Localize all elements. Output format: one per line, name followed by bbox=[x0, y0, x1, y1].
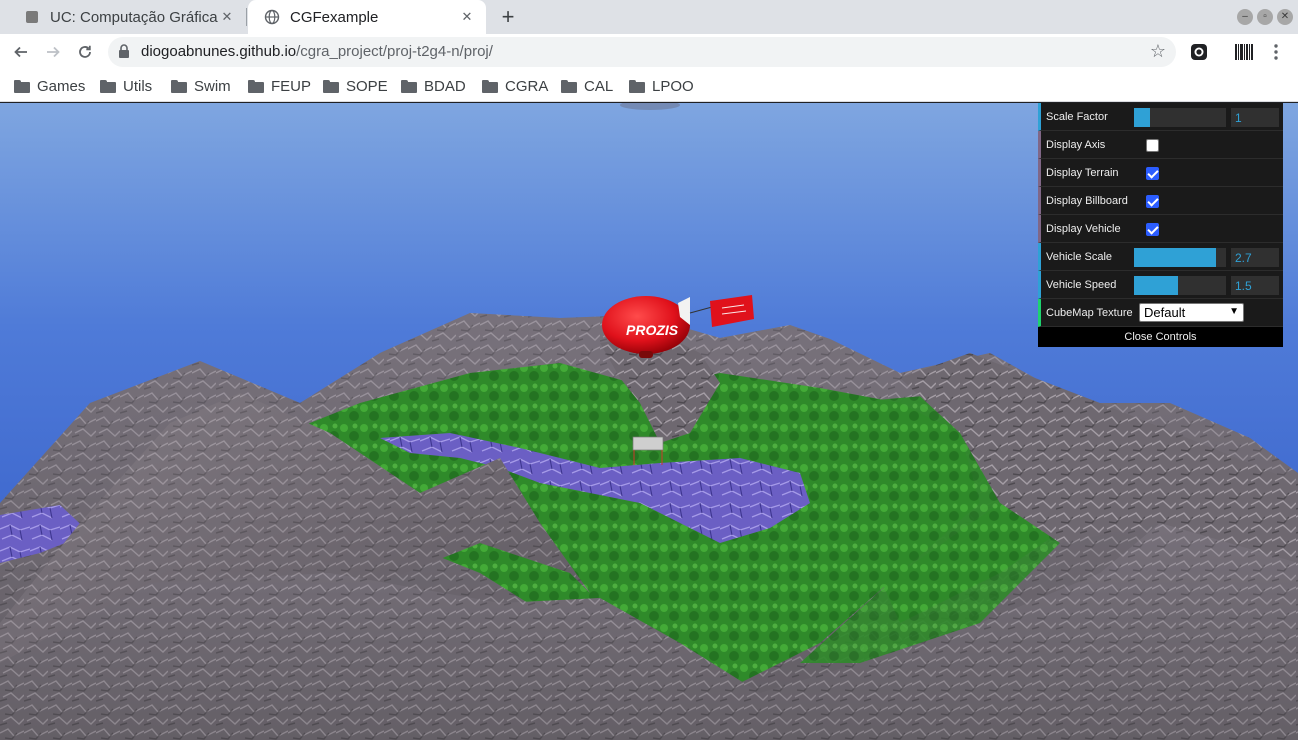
display-vehicle-checkbox[interactable] bbox=[1146, 223, 1159, 236]
scale-factor-label: Scale Factor bbox=[1046, 111, 1108, 123]
bookmark-folder-utils[interactable]: Utils bbox=[100, 76, 152, 96]
tab-uc-computacao-grafica[interactable]: UC: Computação Gráfica ✕ bbox=[8, 0, 246, 34]
lock-icon bbox=[118, 44, 132, 60]
vehicle-speed-input[interactable]: 1.5 bbox=[1231, 276, 1279, 295]
bookmark-folder-games[interactable]: Games bbox=[14, 76, 85, 96]
scale-factor-input[interactable]: 1 bbox=[1231, 108, 1279, 127]
display-axis-row[interactable]: Display Axis bbox=[1038, 131, 1283, 159]
vehicle-speed-label: Vehicle Speed bbox=[1046, 279, 1117, 291]
bookmark-label: LPOO bbox=[652, 77, 694, 95]
reload-icon[interactable] bbox=[73, 40, 97, 64]
bookmark-folder-sope[interactable]: SOPE bbox=[323, 76, 388, 96]
cubemap-selected-value: Default bbox=[1144, 305, 1186, 320]
bookmark-label: CAL bbox=[584, 77, 614, 95]
tab-cgfexample[interactable]: CGFexample ✕ bbox=[248, 0, 486, 34]
bookmark-label: SOPE bbox=[346, 77, 388, 95]
minimize-window-icon[interactable]: – bbox=[1237, 9, 1253, 25]
tab-strip: UC: Computação Gráfica ✕ CGFexample ✕ + … bbox=[0, 0, 1298, 34]
bookmark-folder-cgra[interactable]: CGRA bbox=[482, 76, 548, 96]
barcode-extension-icon[interactable] bbox=[1234, 42, 1254, 62]
controls-panel: Scale Factor 1 Display Axis Display Terr… bbox=[1038, 103, 1283, 347]
display-axis-checkbox[interactable] bbox=[1146, 139, 1159, 152]
back-arrow-icon[interactable] bbox=[9, 40, 33, 64]
folder-icon bbox=[248, 79, 264, 93]
display-vehicle-label: Display Vehicle bbox=[1046, 223, 1121, 235]
slider-fill bbox=[1134, 248, 1216, 267]
display-billboard-checkbox[interactable] bbox=[1146, 195, 1159, 208]
bookmarks-bar: Games Utils Swim FEUP SOPE BDAD CGRA CAL… bbox=[0, 70, 1298, 102]
folder-icon bbox=[100, 79, 116, 93]
bookmark-label: Utils bbox=[123, 77, 153, 95]
url-host: diogoabnunes.github.io bbox=[141, 43, 297, 60]
folder-icon bbox=[629, 79, 645, 93]
cubemap-texture-label: CubeMap Texture bbox=[1046, 307, 1133, 319]
vehicle-speed-row: Vehicle Speed 1.5 bbox=[1038, 271, 1283, 299]
uc-favicon-icon bbox=[24, 9, 40, 25]
display-terrain-row[interactable]: Display Terrain bbox=[1038, 159, 1283, 187]
url-text: diogoabnunes.github.io/cgra_project/proj… bbox=[141, 43, 493, 60]
cubemap-texture-select[interactable]: Default ▼ bbox=[1139, 303, 1244, 322]
vehicle-speed-slider[interactable] bbox=[1134, 276, 1226, 295]
url-path: /cgra_project/proj-t2g4-n/proj/ bbox=[296, 43, 493, 60]
folder-icon bbox=[171, 79, 187, 93]
bookmark-label: CGRA bbox=[505, 77, 549, 95]
folder-icon bbox=[323, 79, 339, 93]
slider-fill bbox=[1134, 108, 1150, 127]
vehicle-scale-row: Vehicle Scale 2.7 bbox=[1038, 243, 1283, 271]
address-bar[interactable]: diogoabnunes.github.io/cgra_project/proj… bbox=[108, 37, 1176, 67]
folder-icon bbox=[561, 79, 577, 93]
globe-icon bbox=[264, 9, 280, 25]
cubemap-texture-row: CubeMap Texture Default ▼ bbox=[1038, 299, 1283, 327]
display-axis-label: Display Axis bbox=[1046, 139, 1106, 151]
chevron-down-icon: ▼ bbox=[1229, 306, 1239, 317]
display-terrain-checkbox[interactable] bbox=[1146, 167, 1159, 180]
browser-toolbar: diogoabnunes.github.io/cgra_project/proj… bbox=[0, 34, 1298, 70]
maximize-window-icon[interactable]: ▫ bbox=[1257, 9, 1273, 25]
bookmark-label: Games bbox=[37, 77, 86, 95]
tab-title: UC: Computação Gráfica bbox=[50, 8, 218, 26]
bookmark-folder-cal[interactable]: CAL bbox=[561, 76, 613, 96]
close-window-icon[interactable]: ✕ bbox=[1277, 9, 1293, 25]
tab-divider bbox=[246, 8, 247, 26]
vehicle-scale-label: Vehicle Scale bbox=[1046, 251, 1113, 263]
slider-fill bbox=[1134, 276, 1179, 295]
folder-icon bbox=[401, 79, 417, 93]
bookmark-label: BDAD bbox=[424, 77, 466, 95]
vehicle-scale-input[interactable]: 2.7 bbox=[1231, 248, 1279, 267]
github-extension-icon[interactable] bbox=[1189, 42, 1209, 62]
scale-factor-row: Scale Factor 1 bbox=[1038, 103, 1283, 131]
bookmark-star-icon[interactable]: ☆ bbox=[1150, 41, 1166, 62]
bookmark-folder-feup[interactable]: FEUP bbox=[248, 76, 311, 96]
display-terrain-label: Display Terrain bbox=[1046, 167, 1119, 179]
bookmark-folder-lpoo[interactable]: LPOO bbox=[629, 76, 694, 96]
menu-kebab-icon[interactable] bbox=[1266, 42, 1286, 62]
folder-icon bbox=[14, 79, 30, 93]
display-vehicle-row[interactable]: Display Vehicle bbox=[1038, 215, 1283, 243]
bookmark-label: Swim bbox=[194, 77, 231, 95]
scale-factor-slider[interactable] bbox=[1134, 108, 1226, 127]
display-billboard-row[interactable]: Display Billboard bbox=[1038, 187, 1283, 215]
blimp-logo-text: PROZIS bbox=[626, 322, 679, 338]
display-billboard-label: Display Billboard bbox=[1046, 195, 1128, 207]
bookmark-label: FEUP bbox=[271, 77, 312, 95]
close-controls-button[interactable]: Close Controls bbox=[1038, 327, 1283, 347]
close-tab-icon[interactable]: ✕ bbox=[218, 8, 236, 26]
close-tab-icon[interactable]: ✕ bbox=[458, 8, 476, 26]
bookmark-folder-swim[interactable]: Swim bbox=[171, 76, 231, 96]
vehicle-scale-slider[interactable] bbox=[1134, 248, 1226, 267]
new-tab-plus-icon[interactable]: + bbox=[496, 5, 520, 29]
folder-icon bbox=[482, 79, 498, 93]
bookmark-folder-bdad[interactable]: BDAD bbox=[401, 76, 466, 96]
tab-title: CGFexample bbox=[290, 8, 379, 26]
forward-arrow-icon[interactable] bbox=[41, 40, 65, 64]
